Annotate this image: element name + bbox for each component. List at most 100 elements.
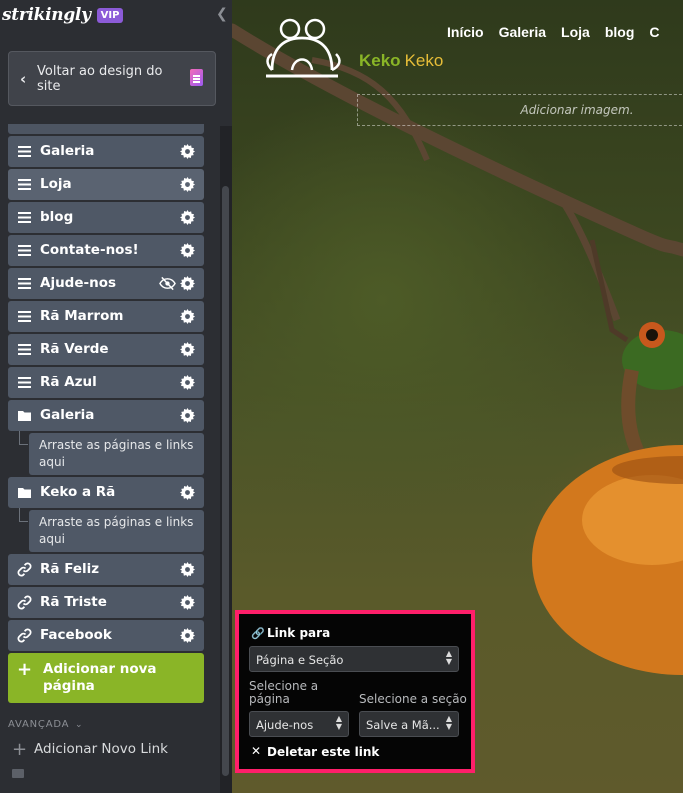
gear-icon[interactable] [180, 485, 195, 500]
link-type-value: Página e Seção [256, 653, 344, 667]
frog-logo-icon[interactable] [266, 18, 348, 80]
gear-icon[interactable] [180, 628, 195, 643]
site-nav-inicio[interactable]: Início [447, 24, 484, 40]
chevron-left-icon: ‹ [20, 70, 27, 88]
page-select-label: Selecione a página [249, 679, 319, 706]
updown-arrows-icon: ▲ ▼ [445, 649, 452, 666]
menu-icon [18, 311, 31, 322]
back-to-site-design-button[interactable]: ‹ Voltar ao design do site [8, 51, 216, 106]
tree-connector [19, 508, 28, 522]
updown-arrows-icon: ▲ ▼ [445, 714, 452, 731]
section-select-value: Salve a Mã... [366, 718, 440, 732]
nav-item-galeria[interactable]: Galeria [8, 136, 204, 167]
gear-icon[interactable] [180, 408, 195, 423]
menu-icon [18, 377, 31, 388]
link-type-select[interactable]: Página e Seção ▲ ▼ [249, 646, 459, 672]
vip-badge: VIP [96, 7, 124, 23]
nav-item-ra-azul[interactable]: Rã Azul [8, 367, 204, 398]
advanced-toggle[interactable]: AVANÇADA ⌄ [8, 719, 83, 730]
link-settings-popup: 🔗 Link para Página e Seção ▲ ▼ Selecione … [235, 610, 475, 773]
nav-item-ra-marrom[interactable]: Rã Marrom [8, 301, 204, 332]
drop-zone-galeria[interactable]: Arraste as páginas e links aqui [29, 433, 204, 475]
chevron-down-icon: ⌄ [71, 720, 84, 730]
gear-icon[interactable] [180, 144, 195, 159]
menu-icon [18, 344, 31, 355]
nav-link-facebook[interactable]: Facebook [8, 620, 204, 651]
nav-item-blog[interactable]: blog [8, 202, 204, 233]
section-select[interactable]: Salve a Mã... ▲ ▼ [359, 711, 459, 737]
nav-item-label: Rã Triste [40, 594, 107, 610]
sidebar-scrollbar[interactable] [220, 126, 232, 793]
nav-item-loja[interactable]: Loja [8, 169, 204, 200]
site-nav-galeria[interactable]: Galeria [499, 24, 546, 40]
link-icon [17, 628, 32, 643]
delete-link-button[interactable]: Deletar este link [267, 745, 379, 759]
gear-icon[interactable] [180, 210, 195, 225]
site-navigation: Início Galeria Loja blog C [447, 24, 675, 40]
link-icon: 🔗 [251, 627, 265, 640]
gear-icon[interactable] [180, 595, 195, 610]
site-nav-more[interactable]: C [649, 24, 659, 40]
link-to-label: Link para [267, 626, 331, 640]
link-icon [17, 595, 32, 610]
site-name[interactable]: Keko Keko [359, 51, 443, 71]
site-nav-loja[interactable]: Loja [561, 24, 590, 40]
nav-item-label: Facebook [40, 627, 112, 643]
nav-item-label: Rã Verde [40, 341, 109, 357]
nav-item-label: blog [40, 209, 74, 225]
scrollbar-thumb[interactable] [222, 186, 229, 776]
nav-item-label: Galeria [40, 143, 95, 159]
gear-icon[interactable] [180, 309, 195, 324]
nav-item-label: Rã Marrom [40, 308, 124, 324]
nav-link-ra-triste[interactable]: Rã Triste [8, 587, 204, 618]
nav-item-contate-nos[interactable]: Contate-nos! [8, 235, 204, 266]
tree-connector [19, 431, 28, 445]
nav-item-ra-verde[interactable]: Rã Verde [8, 334, 204, 365]
nav-folder-galeria[interactable]: Galeria [8, 400, 204, 431]
section-select-label: Selecione a seção [359, 692, 467, 706]
page-select[interactable]: Ajude-nos ▲ ▼ [249, 711, 349, 737]
folder-icon[interactable] [12, 769, 24, 778]
nav-item-label: Rã Azul [40, 374, 97, 390]
page-select-value: Ajude-nos [256, 718, 314, 732]
gear-icon[interactable] [180, 342, 195, 357]
nav-item-ajude-nos[interactable]: Ajude-nos [8, 268, 204, 299]
nav-item-label: Galeria [40, 407, 95, 423]
add-image-placeholder[interactable]: Adicionar imagem. [357, 94, 683, 126]
add-new-link-button[interactable]: Adicionar Novo Link [34, 741, 168, 757]
site-nav-blog[interactable]: blog [605, 24, 635, 40]
gear-icon[interactable] [180, 177, 195, 192]
sidebar: strikingly VIP ❮ ‹ Voltar ao design do s… [0, 0, 232, 793]
brand: strikingly VIP [2, 2, 124, 28]
brand-logo: strikingly [2, 5, 91, 25]
collapse-sidebar-button[interactable]: ❮ [216, 6, 228, 22]
back-button-label: Voltar ao design do site [37, 64, 163, 94]
menu-icon [18, 179, 31, 190]
nav-item-label: Loja [40, 176, 72, 192]
nav-folder-keko-a-ra[interactable]: Keko a Rã [8, 477, 204, 508]
drop-zone-keko-a-ra[interactable]: Arraste as páginas e links aqui [29, 510, 204, 552]
folder-icon [18, 411, 31, 421]
menu-icon [18, 278, 31, 289]
gear-icon[interactable] [180, 243, 195, 258]
site-name-part1: Keko [359, 51, 401, 70]
nav-item-label: Keko a Rã [40, 484, 116, 500]
nav-item-label: Rã Feliz [40, 561, 100, 577]
gear-icon[interactable] [180, 276, 195, 291]
site-name-part2: Keko [404, 51, 444, 70]
advanced-label: AVANÇADA [8, 719, 70, 730]
nav-item-label: Contate-nos! [40, 242, 139, 258]
gear-icon[interactable] [180, 562, 195, 577]
nav-link-ra-feliz[interactable]: Rã Feliz [8, 554, 204, 585]
folder-icon [18, 488, 31, 498]
nav-item-partial [8, 124, 204, 134]
document-icon [190, 69, 203, 86]
link-icon [17, 562, 32, 577]
updown-arrows-icon: ▲ ▼ [335, 714, 342, 731]
add-page-label: Adicionar nova página [43, 661, 157, 694]
menu-icon [18, 245, 31, 256]
add-new-page-button[interactable]: + Adicionar nova página [8, 653, 204, 703]
gear-icon[interactable] [180, 375, 195, 390]
close-icon: ✕ [251, 744, 262, 758]
eye-slash-icon[interactable] [159, 276, 176, 291]
